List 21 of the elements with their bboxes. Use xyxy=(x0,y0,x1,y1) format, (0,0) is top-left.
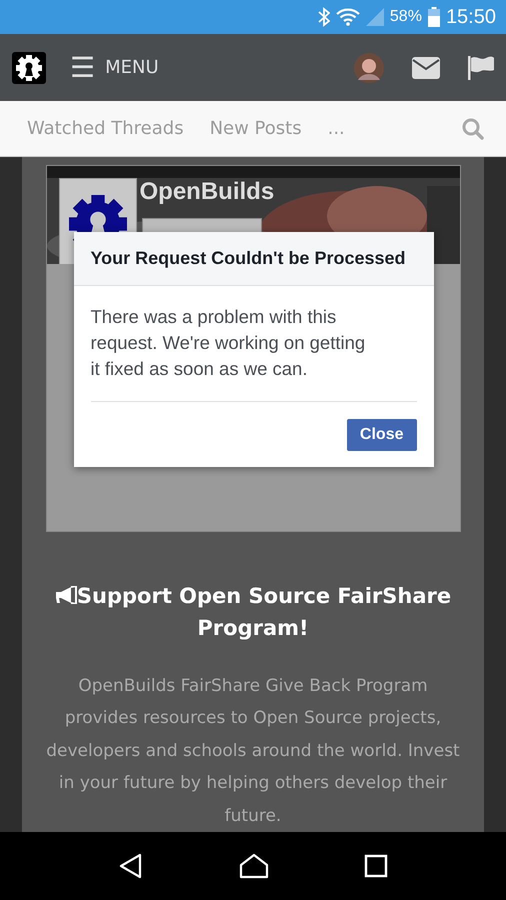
menu-button[interactable]: ☰ MENU xyxy=(70,54,159,82)
wifi-icon xyxy=(336,8,360,26)
logo-icon[interactable] xyxy=(12,52,46,84)
battery-icon xyxy=(428,7,440,27)
flag-icon[interactable] xyxy=(468,56,494,80)
battery-percent: 58% xyxy=(390,8,422,26)
promo-text: OpenBuilds FairShare Give Back Program provides resources to Open Source projects, developers and schools around the world. Invest in your future by helping others develop their future. xyxy=(45,674,461,828)
page-name[interactable]: OpenBuilds xyxy=(140,178,274,206)
dialog-title: Your Request Couldn't be Processed xyxy=(74,232,434,286)
megaphone-icon xyxy=(54,586,77,604)
avatar-icon[interactable] xyxy=(354,52,384,82)
recents-button[interactable] xyxy=(364,854,388,878)
back-button[interactable] xyxy=(118,853,144,879)
home-button[interactable] xyxy=(238,853,269,879)
bluetooth-icon xyxy=(318,7,330,27)
clock: 15:50 xyxy=(446,6,496,28)
promo-heading: Support Open Source FairShare Program! xyxy=(42,580,464,644)
mail-icon[interactable] xyxy=(412,56,440,78)
signal-icon xyxy=(366,8,384,26)
dialog-message: There was a problem with this request. We're working on getting it fixed as soon as we can. xyxy=(90,286,416,402)
close-button[interactable]: Close xyxy=(346,419,416,451)
